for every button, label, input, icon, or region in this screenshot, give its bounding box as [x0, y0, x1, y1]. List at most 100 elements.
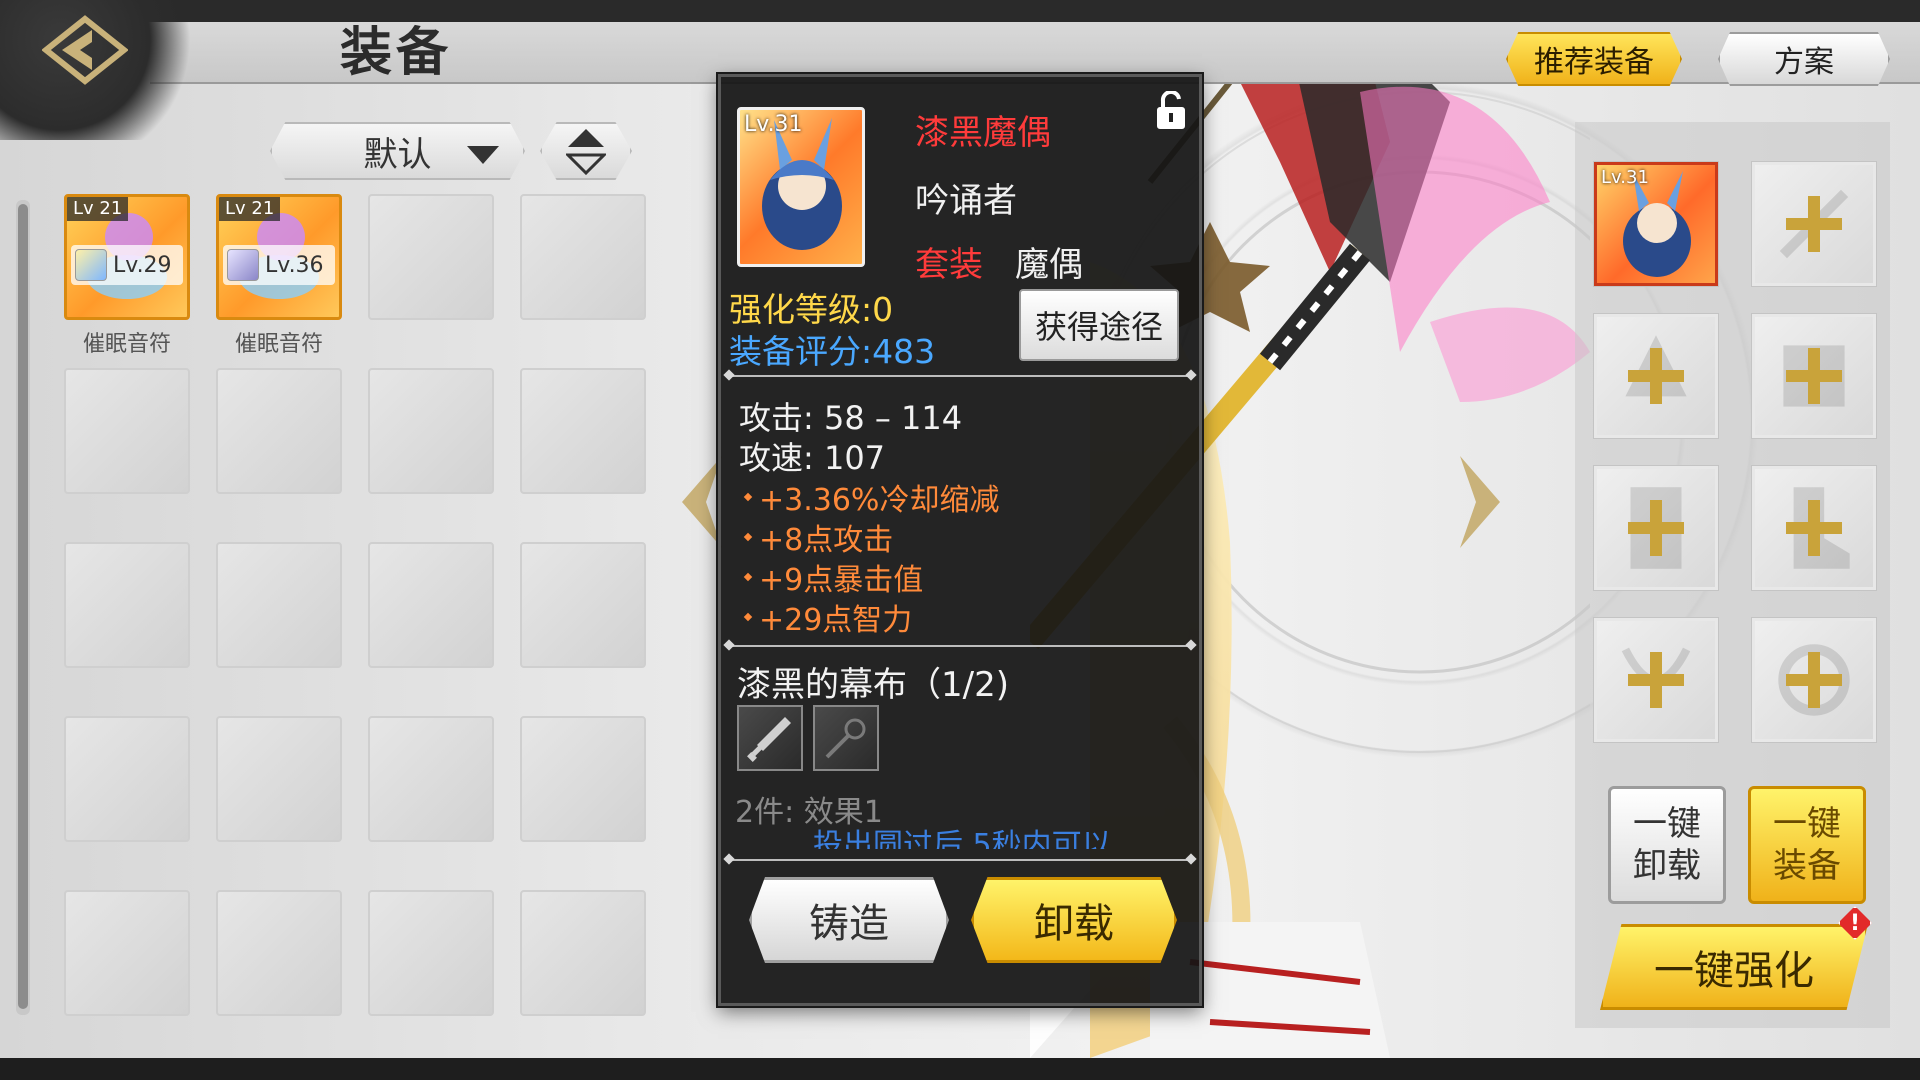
- sort-order-toggle[interactable]: [540, 122, 632, 180]
- owner-badge: Lv.36: [223, 245, 335, 285]
- owner-badge: Lv.29: [71, 245, 183, 285]
- empty-inventory-slot[interactable]: [520, 890, 646, 1016]
- unequip-button[interactable]: 卸载: [971, 877, 1177, 963]
- chevron-right-icon: [1460, 456, 1500, 548]
- divider: [727, 859, 1193, 861]
- unequip-all-button[interactable]: 一键 卸载: [1608, 786, 1726, 904]
- page-title: 装备: [340, 22, 453, 83]
- bullet-icon: [743, 612, 753, 622]
- plan-button[interactable]: 方案: [1718, 32, 1890, 86]
- empty-inventory-slot[interactable]: [368, 542, 494, 668]
- item-set-value: 魔偶: [1015, 245, 1083, 285]
- empty-inventory-slot[interactable]: [216, 890, 342, 1016]
- plus-icon: [1786, 652, 1842, 708]
- divider: [727, 645, 1193, 647]
- plus-icon: [1786, 500, 1842, 556]
- empty-inventory-slot[interactable]: [520, 368, 646, 494]
- diamond-back-arrow-icon: [42, 14, 128, 85]
- attack-speed-stat: 攻速: 107: [739, 439, 886, 477]
- empty-inventory-slot[interactable]: [520, 716, 646, 842]
- empty-inventory-slot[interactable]: [64, 542, 190, 668]
- bonus-stat-text: +3.36%冷却缩减: [759, 483, 1000, 518]
- inventory-grid: Lv 21 Lv.29 Lv 21 Lv.36: [64, 194, 646, 1018]
- item-level-tag: Lv 21: [219, 197, 281, 221]
- next-item-button[interactable]: [1456, 452, 1506, 552]
- divider: [727, 375, 1193, 377]
- inventory-scrollbar[interactable]: [16, 200, 30, 1015]
- enhance-level: 强化等级:0: [729, 290, 894, 329]
- empty-inventory-slot[interactable]: [520, 194, 646, 320]
- bullet-icon: [743, 572, 753, 582]
- equip-level: Lv.31: [1601, 167, 1649, 188]
- equip-slot-armor[interactable]: [1752, 314, 1876, 438]
- item-set-label: 套装: [915, 245, 983, 285]
- equip-slot-ring[interactable]: [1752, 618, 1876, 742]
- set-title: 漆黑的幕布（1/2): [737, 665, 1009, 705]
- inventory-slot[interactable]: Lv 21 Lv.29: [64, 194, 190, 320]
- set-effect-description: 投出圆过后 5秒内可以: [813, 829, 1112, 849]
- set-piece-staff: [813, 705, 879, 771]
- staff-icon: [825, 718, 866, 759]
- equipment-score: 装备评分:483: [729, 332, 936, 371]
- equip-slot-weapon[interactable]: Lv.31: [1594, 162, 1718, 286]
- bonus-stat: +9点暴击值: [743, 555, 924, 599]
- equip-slot-boots[interactable]: [1752, 466, 1876, 590]
- empty-inventory-slot[interactable]: [64, 716, 190, 842]
- plus-icon: [1628, 652, 1684, 708]
- equip-slot-necklace[interactable]: [1594, 618, 1718, 742]
- bonus-stat-text: +9点暴击值: [759, 563, 924, 598]
- unlock-icon: [1157, 91, 1185, 129]
- empty-inventory-slot[interactable]: [368, 194, 494, 320]
- plus-icon: [1628, 348, 1684, 404]
- inventory-slot[interactable]: Lv 21 Lv.36: [216, 194, 342, 320]
- owner-level: Lv.36: [265, 252, 324, 278]
- item-icon: Lv.31: [737, 107, 865, 267]
- lock-button[interactable]: [1151, 91, 1191, 131]
- equip-slot-pants[interactable]: [1594, 466, 1718, 590]
- item-name: 漆黑魔偶: [915, 113, 1051, 153]
- recommend-equipment-button[interactable]: 推荐装备: [1506, 32, 1682, 86]
- bonus-stat: +3.36%冷却缩减: [743, 475, 1000, 519]
- bonus-stat-text: +8点攻击: [759, 523, 894, 558]
- empty-inventory-slot[interactable]: [368, 368, 494, 494]
- item-icon-level: Lv.31: [744, 112, 803, 137]
- owner-avatar: [227, 249, 259, 281]
- item-detail-panel: Lv.31 漆黑魔偶 吟诵者 套装 魔偶 强化等级:0 装备评分:483 获得途…: [718, 74, 1202, 1006]
- sort-up-down-icon: [566, 129, 606, 175]
- sort-select[interactable]: 默认: [270, 122, 525, 180]
- bonus-stat-text: +29点智力: [759, 603, 913, 638]
- back-button[interactable]: [40, 12, 130, 87]
- empty-inventory-slot[interactable]: [216, 542, 342, 668]
- empty-inventory-slot[interactable]: [216, 716, 342, 842]
- sort-select-label: 默认: [363, 134, 432, 175]
- empty-inventory-slot[interactable]: [368, 716, 494, 842]
- empty-inventory-slot[interactable]: [64, 368, 190, 494]
- equip-slot-hat[interactable]: [1594, 314, 1718, 438]
- plus-icon: [1786, 348, 1842, 404]
- inventory-item-name: 催眠音符: [82, 332, 171, 357]
- plus-icon: [1628, 500, 1684, 556]
- caret-down-icon: [467, 146, 499, 164]
- forge-button[interactable]: 铸造: [749, 877, 949, 963]
- equip-slot-staff[interactable]: [1752, 162, 1876, 286]
- empty-inventory-slot[interactable]: [520, 542, 646, 668]
- owner-level: Lv.29: [113, 252, 172, 278]
- bonus-stat: +29点智力: [743, 595, 913, 639]
- item-class: 吟诵者: [915, 181, 1017, 221]
- empty-inventory-slot[interactable]: [216, 368, 342, 494]
- scrollbar-thumb[interactable]: [18, 204, 28, 1009]
- set-piece-sword: [737, 705, 803, 771]
- empty-inventory-slot[interactable]: [64, 890, 190, 1016]
- bonus-stat: +8点攻击: [743, 515, 894, 559]
- equip-all-button[interactable]: 一键 装备: [1748, 786, 1866, 904]
- enhance-all-button[interactable]: 一键强化: [1600, 924, 1868, 1010]
- empty-inventory-slot[interactable]: [368, 890, 494, 1016]
- owner-avatar: [75, 249, 107, 281]
- bullet-icon: [743, 492, 753, 502]
- bullet-icon: [743, 532, 753, 542]
- bottom-strip: [0, 1058, 1920, 1080]
- obtain-source-button[interactable]: 获得途径: [1019, 289, 1179, 361]
- plus-icon: [1786, 196, 1842, 252]
- inventory-item-name: 催眠音符: [234, 332, 323, 357]
- item-level-tag: Lv 21: [67, 197, 129, 221]
